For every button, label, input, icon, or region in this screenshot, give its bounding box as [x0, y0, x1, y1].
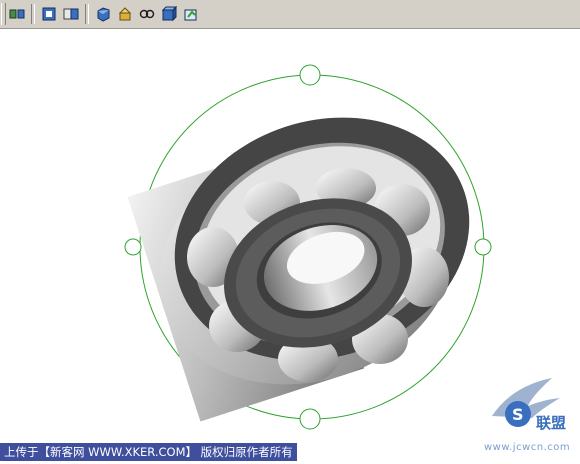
- view-orient-icon: [9, 9, 25, 19]
- view-section-icon: [63, 8, 79, 20]
- rotate-handle-right[interactable]: [474, 238, 492, 256]
- toolbar-separator: [85, 4, 89, 24]
- toolbar: [0, 0, 580, 29]
- rotate-handle-left[interactable]: [124, 238, 142, 256]
- view-orient-button[interactable]: [6, 3, 28, 25]
- link-icon: [139, 9, 155, 19]
- rotate-handle-bottom[interactable]: [299, 408, 321, 430]
- view-section-button[interactable]: [60, 3, 82, 25]
- watermark-logo-text: 联盟: [536, 414, 566, 432]
- shaded-view-button[interactable]: [92, 3, 114, 25]
- cube-view-button[interactable]: [158, 3, 180, 25]
- shaded-view-icon: [97, 7, 110, 22]
- component-button[interactable]: [114, 3, 136, 25]
- rotate-button[interactable]: [180, 3, 202, 25]
- link-button[interactable]: [136, 3, 158, 25]
- cube-view-icon: [161, 6, 177, 22]
- svg-text:S: S: [512, 405, 524, 424]
- toolbar-separator: [31, 4, 35, 24]
- rotate-icon: [184, 9, 197, 21]
- view-front-button[interactable]: [38, 3, 60, 25]
- watermark-logo: S 联盟: [492, 378, 566, 432]
- upload-caption: 上传于【新客网 WWW.XKER.COM】 版权归原作者所有: [0, 443, 297, 461]
- view-front-icon: [42, 7, 56, 21]
- component-icon: [118, 7, 132, 21]
- watermark-url: www.jcwcn.com: [484, 442, 571, 453]
- toolbar-group: [6, 2, 202, 26]
- rotate-handle-top[interactable]: [299, 64, 321, 86]
